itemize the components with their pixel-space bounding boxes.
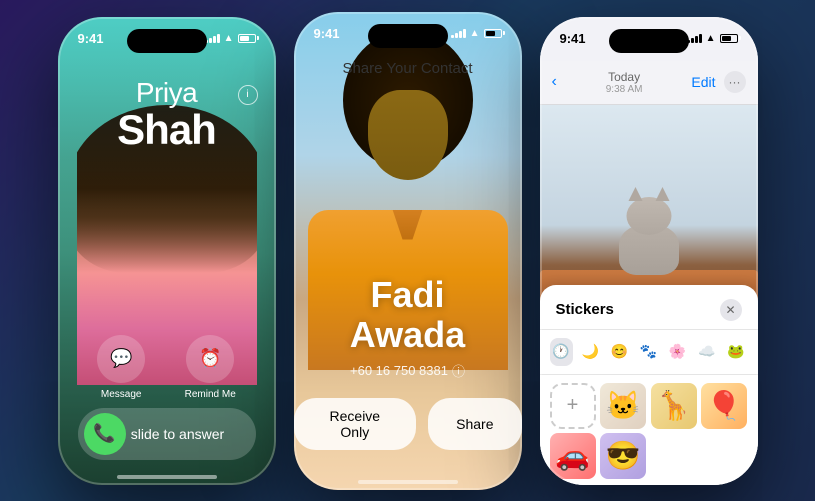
status-time-3: 9:41 <box>560 31 586 46</box>
sticker-tab-animal[interactable]: 🐾 <box>637 338 660 366</box>
stickers-header: Stickers ✕ <box>540 285 758 330</box>
wifi-icon-1: ▲ <box>224 33 234 44</box>
stickers-title: Stickers <box>556 301 614 318</box>
smile-icon: 😊 <box>611 343 628 360</box>
caller-first-name-2: Fadi <box>370 274 444 315</box>
cloud-icon: ☁️ <box>698 343 715 360</box>
wifi-icon-2: ▲ <box>470 28 480 39</box>
share-contact-header: Share Your Contact <box>294 60 522 78</box>
cat-figure <box>619 225 679 275</box>
more-icon: ··· <box>729 75 741 89</box>
phone-incoming-call: 9:41 ▲ Priya Shah i <box>58 17 276 485</box>
messages-time: 9:38 AM <box>606 84 643 95</box>
animal-icon: 🐾 <box>640 343 657 360</box>
sticker-balloon[interactable]: 🎈 <box>701 383 747 429</box>
sticker-tab-cloud[interactable]: ☁️ <box>695 338 718 366</box>
flower-icon: 🌸 <box>669 343 686 360</box>
remind-label: Remind Me <box>185 389 236 400</box>
message-icon: 💬 <box>110 348 132 369</box>
sticker-tab-recent[interactable]: 🕐 <box>550 338 573 366</box>
collar <box>383 210 433 240</box>
wifi-icon-3: ▲ <box>706 33 716 44</box>
sticker-tab-smile[interactable]: 😊 <box>608 338 631 366</box>
remind-action[interactable]: ⏰ Remind Me <box>185 335 236 400</box>
back-button[interactable]: ‹ <box>552 73 557 91</box>
back-chevron: ‹ <box>552 73 557 91</box>
cat-photo-area <box>540 105 758 305</box>
sticker-tab-frog[interactable]: 🐸 <box>724 338 747 366</box>
cat-ear-left <box>628 187 642 201</box>
face <box>368 90 448 180</box>
battery-fill-3 <box>722 36 732 41</box>
phone-messages: 9:41 ▲ ‹ Today 9:38 AM <box>540 17 758 485</box>
caller-name-2: Fadi Awada <box>294 275 522 354</box>
stickers-tabs: 🕐 🌙 😊 🐾 🌸 ☁️ 🐸 <box>540 330 758 375</box>
caller-phone: +60 16 750 8381 ⓘ <box>294 361 522 380</box>
cat-scene <box>540 105 758 305</box>
signal-icon-1 <box>205 33 220 43</box>
stickers-panel: Stickers ✕ 🕐 🌙 😊 🐾 <box>540 285 758 485</box>
stickers-close-button[interactable]: ✕ <box>720 299 742 321</box>
info-icon[interactable]: i <box>238 85 258 105</box>
message-circle: 💬 <box>97 335 145 383</box>
status-icons-2: ▲ <box>451 28 501 39</box>
status-icons-3: ▲ <box>687 33 737 44</box>
status-icons-1: ▲ <box>205 33 255 44</box>
cat-body <box>619 225 679 275</box>
battery-fill-1 <box>240 36 250 41</box>
share-contact-title: Share Your Contact <box>342 60 472 77</box>
dynamic-island-3 <box>609 29 689 53</box>
phones-container: 9:41 ▲ Priya Shah i <box>0 0 815 501</box>
share-button[interactable]: Share <box>428 398 521 450</box>
status-time-1: 9:41 <box>78 31 104 46</box>
cat-head <box>626 197 671 235</box>
message-label: Message <box>101 389 142 400</box>
dynamic-island-2 <box>368 24 448 48</box>
slide-text: slide to answer <box>106 426 250 442</box>
caller-last-name-2: Awada <box>350 314 465 355</box>
battery-icon-1 <box>238 34 256 43</box>
message-action[interactable]: 💬 Message <box>97 335 145 400</box>
info-symbol: i <box>246 89 248 100</box>
caller-last-name: Shah <box>58 109 276 151</box>
messages-header: ‹ Today 9:38 AM Edit ··· <box>540 61 758 105</box>
slide-to-answer[interactable]: 📞 slide to answer <box>78 408 256 460</box>
remind-icon: ⏰ <box>199 348 221 369</box>
sticker-giraffe[interactable]: 🦒 <box>651 383 697 429</box>
status-time-2: 9:41 <box>314 26 340 41</box>
recent-icon: 🕐 <box>552 343 569 360</box>
moon-icon: 🌙 <box>581 343 598 360</box>
more-button[interactable]: ··· <box>724 71 746 93</box>
add-sticker-button[interactable]: + <box>550 383 596 429</box>
messages-date-center: Today 9:38 AM <box>606 70 643 95</box>
remind-circle: ⏰ <box>186 335 234 383</box>
sticker-tab-flower[interactable]: 🌸 <box>666 338 689 366</box>
signal-icon-2 <box>451 28 466 38</box>
battery-fill-2 <box>486 31 496 36</box>
messages-date: Today <box>606 70 643 84</box>
home-indicator-1 <box>117 475 217 479</box>
share-buttons: Receive Only Share <box>294 398 522 450</box>
close-icon: ✕ <box>725 303 735 317</box>
sticker-car[interactable]: 🚗 <box>550 433 596 479</box>
cat-ear-right <box>655 187 669 201</box>
phone-number: +60 16 750 8381 <box>350 363 448 378</box>
verified-icon: ⓘ <box>452 361 465 380</box>
home-indicator-2 <box>358 480 458 484</box>
frog-icon: 🐸 <box>727 343 744 360</box>
sticker-cat[interactable]: 🐱 <box>600 383 646 429</box>
receive-only-button[interactable]: Receive Only <box>294 398 417 450</box>
signal-icon-3 <box>687 33 702 43</box>
sticker-cool-animal[interactable]: 😎 <box>600 433 646 479</box>
messages-actions: Edit ··· <box>691 71 745 93</box>
stickers-grid: + 🐱 🦒 🎈 🚗 😎 <box>540 375 758 485</box>
edit-button[interactable]: Edit <box>691 74 715 90</box>
battery-icon-3 <box>720 34 738 43</box>
caller-info-2: Fadi Awada +60 16 750 8381 ⓘ <box>294 275 522 379</box>
call-actions: 💬 Message ⏰ Remind Me <box>58 335 276 400</box>
phone-share-contact: 9:41 ▲ Share Your Contact <box>294 12 522 490</box>
sticker-tab-moon[interactable]: 🌙 <box>579 338 602 366</box>
dynamic-island-1 <box>127 29 207 53</box>
battery-icon-2 <box>484 29 502 38</box>
